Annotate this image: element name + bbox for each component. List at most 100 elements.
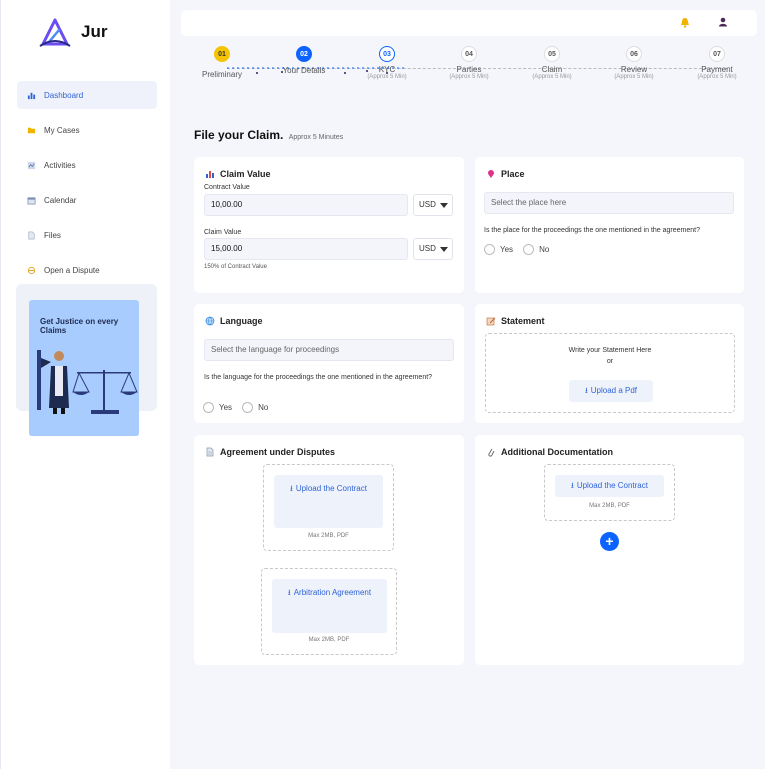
step-number: 07 [709,46,725,62]
sidebar-item-open-dispute[interactable]: Open a Dispute [17,256,157,284]
contract-value-input[interactable]: 10,00.00 [204,194,408,216]
top-bar [181,10,757,36]
button-label: Arbitration Agreement [293,588,372,597]
card-title: Claim Value [205,169,271,179]
sidebar-item-dashboard[interactable]: Dashboard [17,81,157,109]
statement-card: Statement Write your Statement Here or ⭳… [475,304,744,423]
step-claim[interactable]: 05 Claim (Approx 5 Min) [522,46,582,80]
upload-pdf-button[interactable]: ⭳ Upload a Pdf [569,380,653,402]
step-preliminary[interactable]: 01 Preliminary [192,46,252,79]
sidebar-item-label: Open a Dispute [44,265,100,275]
step-your-details[interactable]: 02 Your Details [274,46,334,75]
radio-button[interactable] [484,244,495,255]
language-question: Is the language for the proceedings the … [204,374,433,381]
app-name: Jur [81,22,108,41]
upload-icon: ⭳ [571,481,574,490]
contract-value-label: Contract Value [204,184,250,191]
language-yes-option[interactable]: Yes [203,402,232,413]
step-parties[interactable]: 04 Parties (Approx 5 Min) [439,46,499,80]
add-document-button[interactable]: + [600,532,619,551]
card-title-text: Agreement under Disputes [220,447,336,457]
calendar-icon [27,196,36,204]
step-number: 03 [379,46,395,62]
step-label: Review [620,65,648,74]
place-yes-option[interactable]: Yes [484,244,513,255]
card-title-text: Language [220,316,263,326]
dispute-icon [27,266,36,274]
step-label: KYC [378,65,396,74]
radio-button[interactable] [523,244,535,255]
sidebar-item-files[interactable]: Files [17,221,157,249]
upload-arbitration-button[interactable]: ⭳ Arbitration Agreement [272,579,387,633]
contract-currency-select[interactable]: USD [413,194,453,216]
justice-illustration [29,350,139,436]
additional-dropzone[interactable]: ⭳ Upload the Contract Max 2MB, PDF [544,464,675,521]
step-duration: (Approx 5 Min) [532,74,572,80]
user-icon[interactable] [718,17,728,27]
promo-card[interactable]: Get Justice on every Claims [29,300,139,436]
app-logo[interactable]: Jur [37,16,107,48]
step-duration: (Approx 5 Min) [614,74,654,80]
language-radio-group: Yes No [203,402,278,413]
contract-dropzone[interactable]: ⭳ Upload the Contract Max 2MB, PDF [263,464,394,551]
step-number: 04 [461,46,477,62]
sidebar-item-activities[interactable]: Activities [17,151,157,179]
card-title: Statement [486,316,545,326]
language-no-option[interactable]: No [242,402,268,413]
card-title-text: Place [501,169,525,179]
language-input[interactable]: Select the language for proceedings [204,339,454,361]
chart-icon [206,171,214,178]
page-title: File your Claim. Approx 5 Minutes [194,128,343,142]
place-radio-group: Yes No [484,244,559,255]
step-number: 05 [544,46,560,62]
file-icon [28,231,35,239]
step-number: 02 [296,46,312,62]
page-subtitle: Approx 5 Minutes [288,134,344,141]
place-question: Is the place for the proceedings the one… [484,227,700,234]
card-title: Additional Documentation [486,447,613,457]
option-label: No [258,403,269,412]
step-duration: (Approx 5 Min) [449,74,489,80]
paperclip-icon [488,448,495,457]
folder-icon [27,127,36,133]
step-review[interactable]: 06 Review (Approx 5 Min) [604,46,664,80]
statement-write-text: Write your Statement Here [568,347,652,354]
bell-icon[interactable] [680,17,690,28]
sidebar-item-my-cases[interactable]: My Cases [17,116,157,144]
claim-value-note: 150% of Contract Value [204,264,267,270]
claim-currency-select[interactable]: USD [413,238,453,260]
page-title-text: File your Claim. [194,128,284,142]
language-card: Language Select the language for proceed… [194,304,464,423]
map-pin-icon [488,170,494,178]
arbitration-dropzone[interactable]: ⭳ Arbitration Agreement Max 2MB, PDF [261,568,397,655]
card-title: Place [486,169,525,179]
claim-value-label: Claim Value [204,229,242,236]
agreement-card: Agreement under Disputes ⭳ Upload the Con… [194,435,464,665]
radio-button[interactable] [242,402,254,413]
step-number: 01 [214,46,230,62]
progress-stepper: 01 Preliminary 02 Your Details 03 KYC (A… [195,46,750,90]
radio-button[interactable] [203,402,214,413]
statement-or-text: or [606,358,614,365]
upload-icon: ⭳ [584,386,588,395]
upload-contract-button[interactable]: ⭳ Upload the Contract [274,475,383,528]
step-payment[interactable]: 07 Payment (Approx 5 Min) [687,46,747,80]
card-title-text: Statement [501,316,545,326]
place-input[interactable]: Select the place here [484,192,734,214]
place-card: Place Select the place here Is the place… [475,157,744,293]
claim-value-card: Claim Value Contract Value 10,00.00 USD … [194,157,464,293]
sidebar-item-label: Files [44,230,61,240]
sidebar-item-label: Dashboard [44,90,84,100]
upload-additional-button[interactable]: ⭳ Upload the Contract [555,475,664,497]
option-label: Yes [500,245,514,254]
step-number: 06 [626,46,642,62]
sidebar-nav: Dashboard My Cases Activities Calendar F… [17,81,157,291]
step-kyc[interactable]: 03 KYC (Approx 5 Min) [357,46,417,80]
statement-dropzone[interactable]: Write your Statement Here or ⭳ Upload a P… [485,333,735,413]
contract-file-note: Max 2MB, PDF [308,533,349,539]
sidebar-item-calendar[interactable]: Calendar [17,186,157,214]
place-no-option[interactable]: No [523,244,549,255]
button-label: Upload a Pdf [590,386,638,395]
claim-value-input[interactable]: 15,00.00 [204,238,408,260]
chart-icon [27,92,36,99]
